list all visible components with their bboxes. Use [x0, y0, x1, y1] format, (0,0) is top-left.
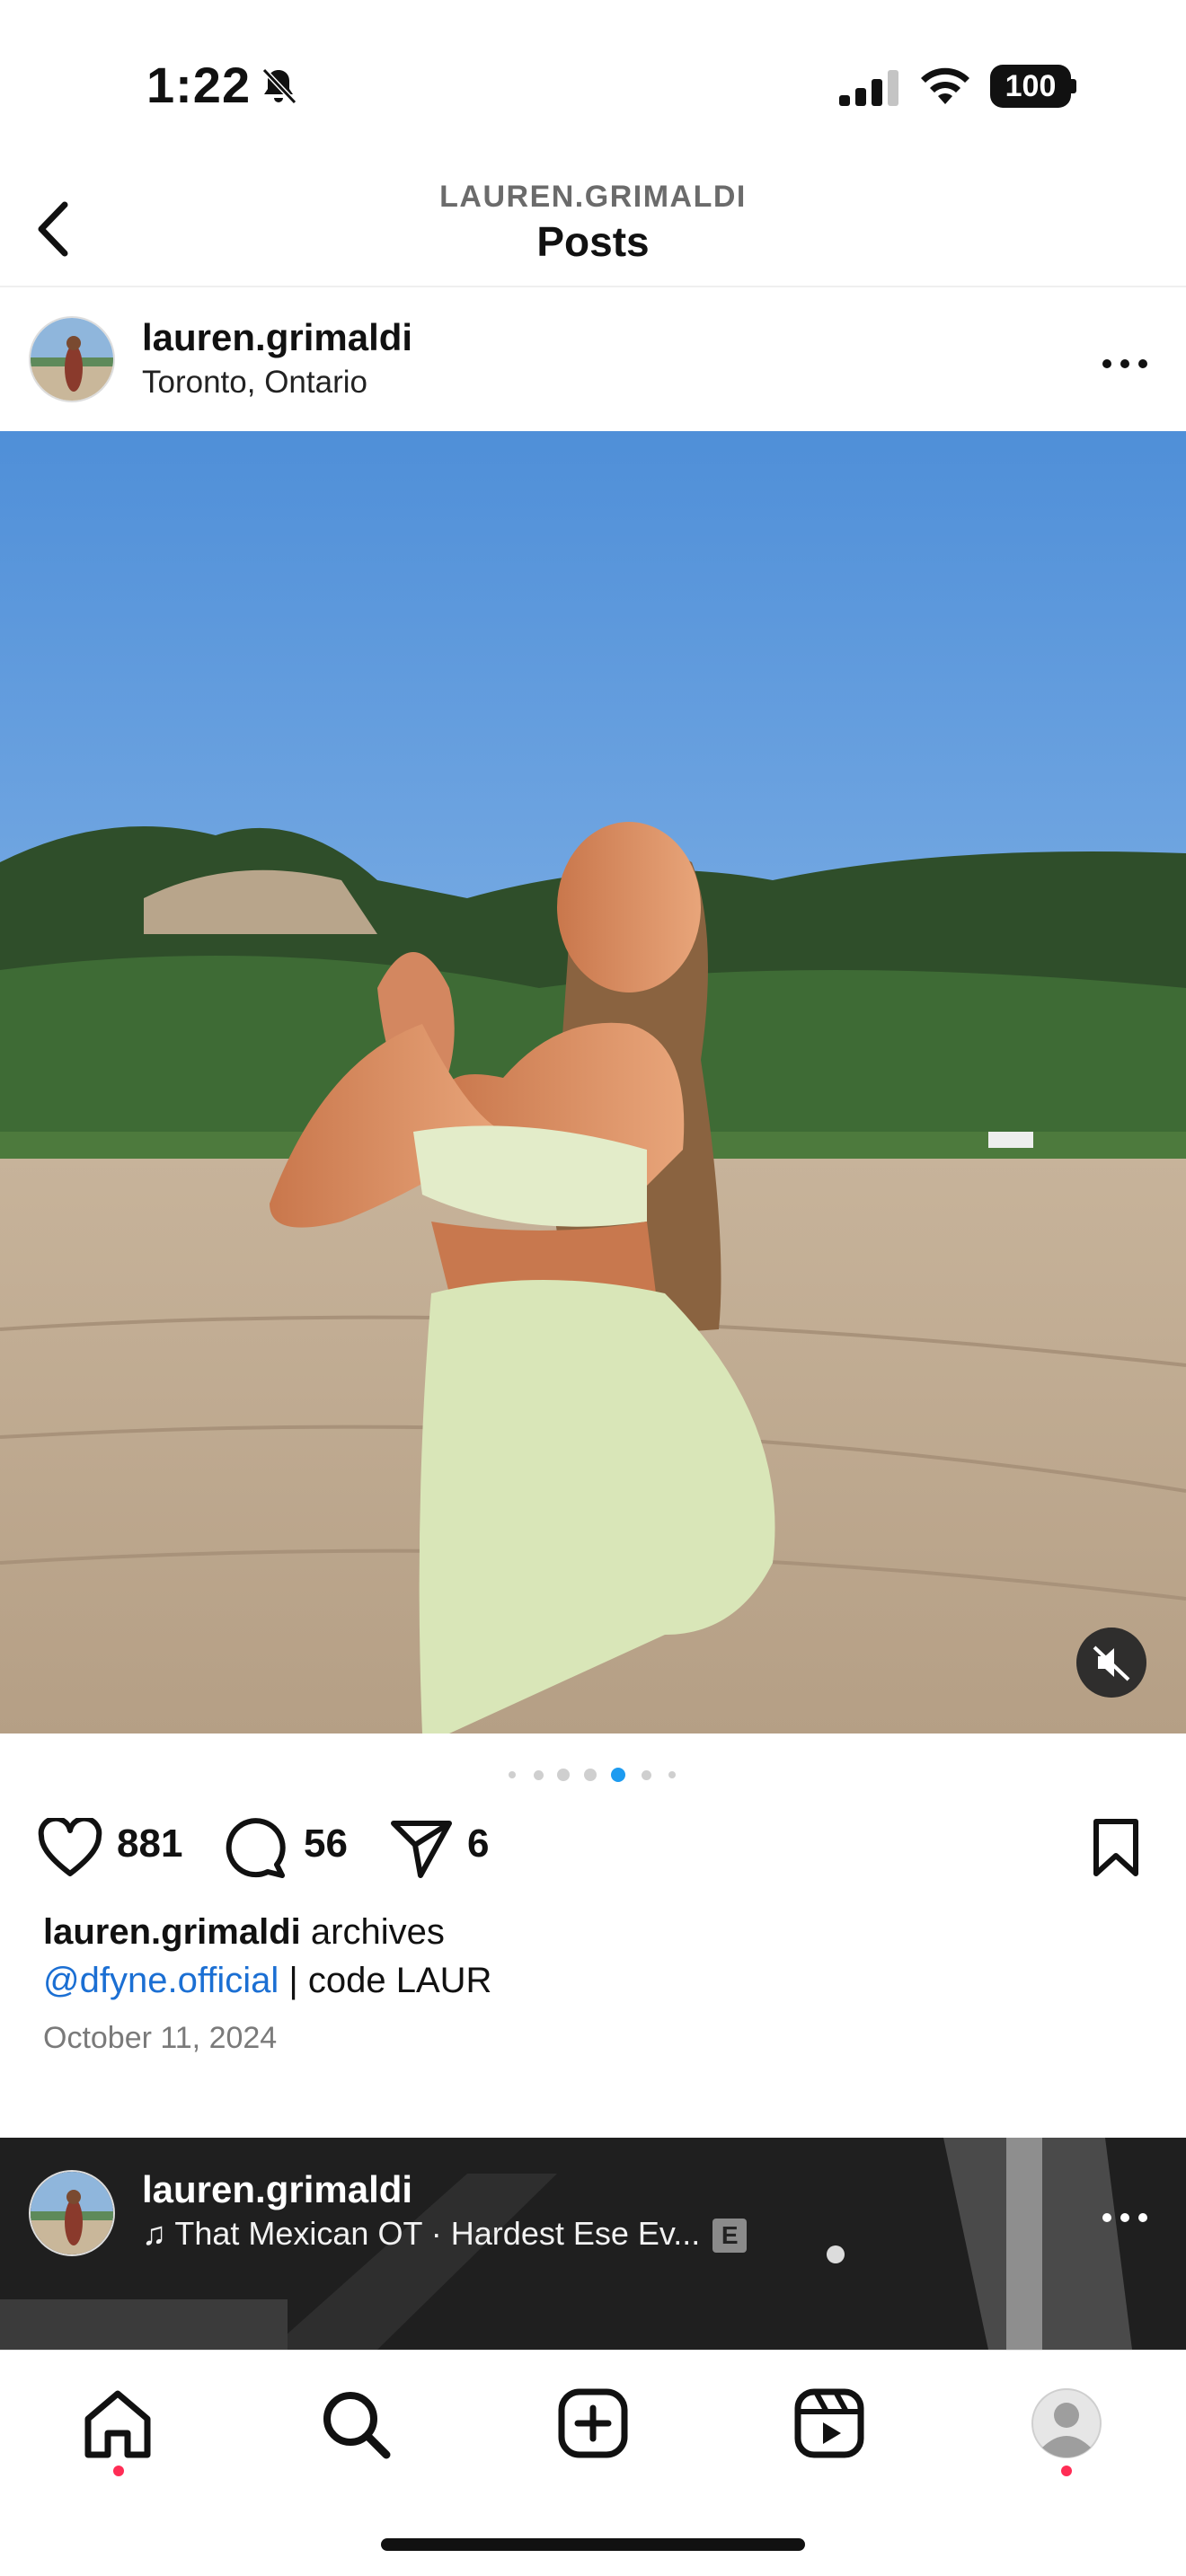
comments-count[interactable]: 56: [304, 1822, 348, 1866]
battery-indicator: 100: [990, 65, 1076, 108]
carousel-dot: [642, 1770, 651, 1780]
caption-username[interactable]: lauren.grimaldi: [43, 1912, 301, 1952]
shares-count[interactable]: 6: [467, 1822, 489, 1866]
next-post-avatar[interactable]: [29, 2170, 115, 2256]
create-icon[interactable]: [553, 2383, 633, 2464]
post-photo[interactable]: [0, 431, 1186, 1734]
share-icon[interactable]: [390, 1818, 453, 1879]
caption-rest: | code LAUR: [288, 1961, 492, 2000]
post-location[interactable]: Toronto, Ontario: [142, 365, 367, 401]
avatar[interactable]: [29, 316, 115, 402]
wifi-icon: [921, 67, 969, 104]
profile-icon[interactable]: [1026, 2383, 1107, 2464]
post-username[interactable]: lauren.grimaldi: [142, 316, 412, 359]
bookmark-icon[interactable]: [1091, 1818, 1141, 1877]
next-post-username[interactable]: lauren.grimaldi: [142, 2168, 412, 2211]
carousel-dot: [509, 1771, 516, 1778]
carousel-dot-active: [611, 1768, 625, 1782]
post-date: October 11, 2024: [43, 2021, 278, 2055]
status-bar: 1:22 100: [0, 0, 1186, 162]
carousel-indicator: [0, 1766, 1186, 1784]
next-post-music[interactable]: ♫ That Mexican OT · Hardest Ese Ev... E: [142, 2215, 748, 2254]
bell-slash-icon: [261, 67, 297, 105]
carousel-dot: [584, 1769, 597, 1781]
music-note-icon: ♫: [142, 2215, 175, 2252]
music-title: That Mexican OT · Hardest Ese Ev...: [174, 2215, 701, 2252]
next-post-preview[interactable]: lauren.grimaldi ♫ That Mexican OT · Hard…: [0, 2138, 1186, 2350]
page-title: Posts: [536, 218, 650, 265]
post-header: lauren.grimaldi Toronto, Ontario: [0, 289, 1186, 431]
caption-text: archives: [310, 1912, 445, 1952]
audio-muted-icon[interactable]: [1076, 1628, 1146, 1698]
battery-tip: [1071, 79, 1076, 93]
explicit-badge: E: [712, 2219, 748, 2254]
status-time: 1:22: [146, 57, 252, 113]
more-options-icon[interactable]: [1098, 2204, 1152, 2231]
carousel-dot: [534, 1770, 544, 1780]
home-icon[interactable]: [77, 2383, 158, 2464]
notification-dot: [113, 2466, 124, 2476]
home-indicator: [381, 2538, 805, 2551]
caption-mention[interactable]: @dfyne.official: [43, 1961, 279, 2000]
cellular-signal-icon: [839, 70, 898, 106]
heart-icon[interactable]: [38, 1818, 102, 1877]
more-options-icon[interactable]: [1098, 350, 1152, 377]
carousel-dot: [668, 1771, 676, 1778]
battery-level: 100: [990, 65, 1071, 108]
reels-icon[interactable]: [789, 2383, 870, 2464]
post-caption: lauren.grimaldi archives @dfyne.official…: [43, 1908, 1157, 2005]
comment-icon[interactable]: [225, 1818, 288, 1879]
header-username: LAUREN.GRIMALDI: [439, 180, 747, 214]
notification-dot: [1061, 2466, 1072, 2476]
top-header: LAUREN.GRIMALDI Posts: [0, 162, 1186, 287]
search-icon[interactable]: [314, 2383, 395, 2464]
carousel-dot: [557, 1769, 570, 1781]
post-actions: 881 56 6: [0, 1805, 1186, 1886]
likes-count[interactable]: 881: [117, 1822, 182, 1866]
